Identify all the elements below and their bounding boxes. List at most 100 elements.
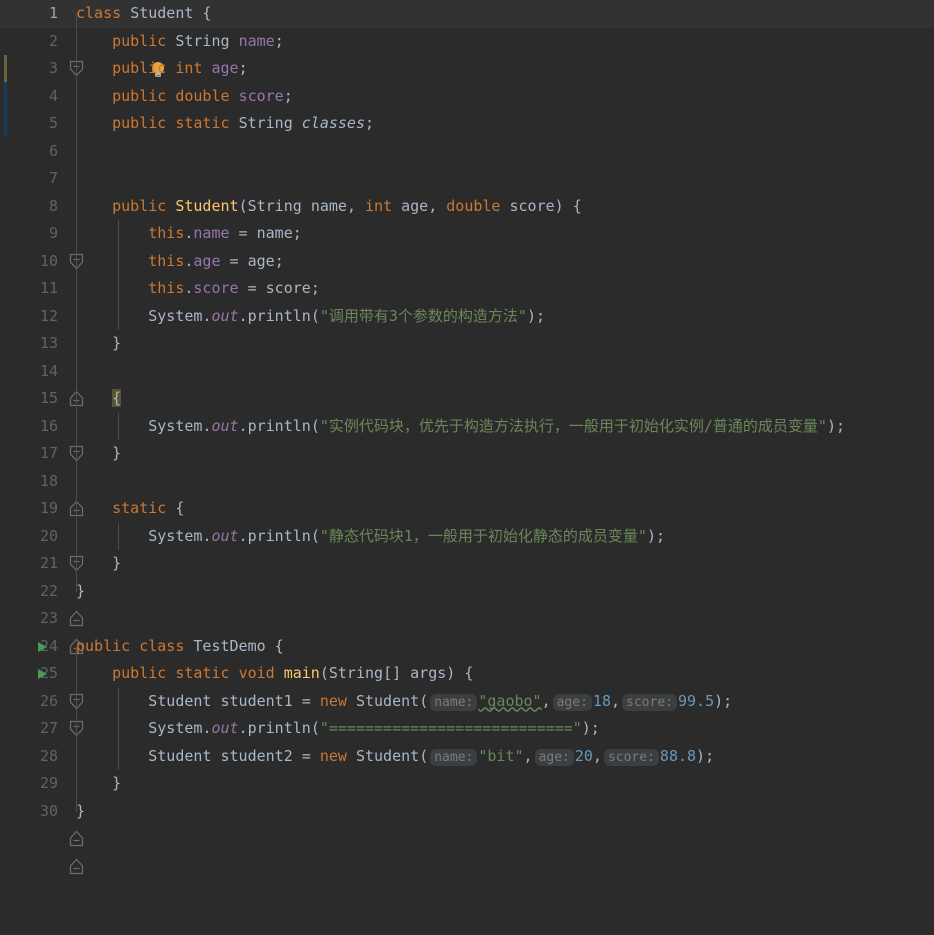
line-number: 5 [48, 114, 58, 132]
token-comma: , [523, 746, 533, 765]
code-line[interactable]: 4 public double score; [0, 82, 934, 111]
token-field: age [193, 251, 221, 270]
token-paren: ( [419, 691, 429, 710]
param-hint-age: age: [534, 748, 574, 766]
code-text: public static String classes; [76, 110, 374, 138]
token-method-println: println [247, 719, 311, 737]
run-class-icon[interactable] [38, 641, 47, 652]
line-number: 28 [39, 746, 58, 765]
line-number: 11 [39, 279, 58, 297]
code-text: Student student2 = new Student(name: "bit… [76, 743, 714, 772]
code-line[interactable]: 21 } [0, 550, 934, 627]
token-paren: ( [310, 526, 320, 545]
code-line[interactable]: 3 public int age; [0, 55, 934, 83]
code-editor[interactable]: 1 class Student { 2 public String name; … [0, 0, 934, 874]
code-line[interactable]: 20 System.out.println("静态代码块1，一般用于初始化静态的… [0, 522, 934, 550]
token-keyword: class [139, 636, 185, 655]
code-line[interactable]: 6 [0, 137, 934, 165]
fold-gutter [66, 165, 88, 193]
code-line[interactable]: 16 System.out.println("实例代码块，优先于构造方法执行，一… [0, 412, 934, 441]
token-paren: ( [238, 196, 248, 215]
token-type: String [238, 114, 293, 132]
token-param: score [265, 279, 311, 297]
code-line[interactable]: 11 this.score = score; [0, 275, 934, 303]
code-line[interactable]: 29 } [0, 770, 934, 847]
code-text: System.out.println("实例代码块，优先于构造方法执行，一般用于… [76, 413, 845, 441]
token-assign: = [292, 746, 320, 765]
token-string-quote: " [319, 416, 329, 435]
line-number: 13 [39, 334, 58, 352]
line-number: 8 [48, 196, 58, 215]
code-text: public double score; [76, 83, 293, 111]
code-text: static { [76, 495, 184, 523]
code-line[interactable]: 9 this.name = name; [0, 220, 934, 248]
line-number: 17 [39, 444, 58, 462]
token-type: String [175, 31, 230, 50]
token-this: this [148, 251, 185, 270]
line-number: 6 [48, 141, 58, 160]
token-param: name [310, 196, 347, 215]
token-keyword: public [112, 86, 167, 105]
token-comma: , [610, 691, 621, 710]
code-line[interactable]: 12 System.out.println("调用带有3个参数的构造方法"); [0, 302, 934, 331]
code-text: { [76, 385, 122, 413]
code-line[interactable]: 8 public Student(String name, int age, d… [0, 192, 934, 269]
token-string-quote: " [572, 719, 582, 737]
param-hint-name: name: [430, 693, 478, 711]
line-number: 21 [39, 554, 58, 572]
token-paren: ) { [446, 664, 474, 682]
line-number: 22 [39, 581, 58, 600]
code-text: } [76, 330, 121, 358]
token-string-quote: " [319, 719, 329, 737]
code-line[interactable]: 14 [0, 357, 934, 385]
token-number: 88.8 [659, 746, 697, 765]
token-paren: ) [646, 526, 656, 545]
code-line[interactable]: 22 } [0, 577, 934, 654]
run-method-icon[interactable] [38, 669, 47, 679]
token-class-system: System [148, 719, 203, 737]
token-keyword: public [76, 636, 131, 655]
code-line[interactable]: 23 [0, 605, 934, 633]
code-line[interactable]: 7 [0, 165, 934, 193]
code-line[interactable]: 24 public class TestDemo { [0, 633, 934, 709]
token-semicolon: ; [274, 31, 284, 50]
code-text: public class TestDemo { [76, 633, 284, 661]
code-line[interactable]: 30 } [0, 797, 934, 874]
token-type-primitive: double [446, 196, 501, 215]
token-field: name [193, 224, 230, 242]
fold-gutter [66, 137, 88, 165]
code-line[interactable]: 27 System.out.println("=================… [0, 715, 934, 743]
fold-guide-line [76, 357, 77, 385]
code-line[interactable]: 2 public String name; [0, 27, 934, 77]
token-method-println: println [247, 306, 311, 325]
token-type-student: Student [148, 691, 212, 710]
code-line[interactable]: 26 Student student1 = new Student(name: "… [0, 687, 934, 715]
code-text: } [76, 770, 121, 798]
code-line[interactable]: 28 Student student2 = new Student(name: "… [0, 742, 934, 772]
token-this: this [148, 224, 185, 242]
code-text: System.out.println("调用带有3个参数的构造方法"); [76, 303, 545, 331]
token-brace: { [193, 4, 212, 22]
code-line[interactable]: 5 public static String classes; [0, 110, 934, 138]
code-line[interactable]: 19 static { [0, 495, 934, 572]
code-line[interactable]: 13 } [0, 330, 934, 407]
code-line[interactable]: 1 class Student { [0, 0, 934, 77]
code-text: class Student { [76, 0, 211, 28]
code-text: public static void main(String[] args) { [76, 660, 473, 688]
token-semicolon: ; [310, 279, 320, 297]
code-line[interactable]: 25 public static void main(String[] args… [0, 660, 934, 737]
code-line[interactable]: 18 [0, 467, 934, 495]
token-keyword: public [112, 664, 167, 682]
token-paren: ) [826, 416, 836, 435]
code-line[interactable]: 17 } [0, 440, 934, 517]
token-comma: , [541, 691, 551, 710]
token-type-student: Student [148, 746, 212, 765]
code-line[interactable]: 15 { [0, 385, 934, 462]
code-line[interactable]: 10 this.age = age; [0, 247, 934, 275]
